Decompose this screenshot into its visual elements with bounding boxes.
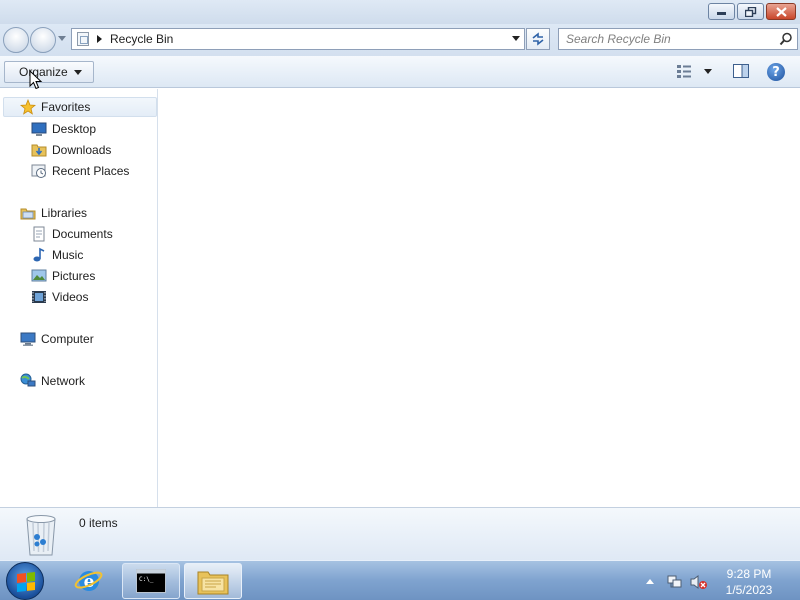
close-icon xyxy=(775,6,787,17)
view-options-chevron-down-icon[interactable] xyxy=(704,68,712,74)
nav-network[interactable]: Network xyxy=(20,371,85,391)
nav-pictures[interactable]: Pictures xyxy=(31,266,95,286)
search-input[interactable] xyxy=(559,29,769,49)
taskbar-clock[interactable]: 9:28 PM 1/5/2023 xyxy=(708,566,790,598)
minimize-button[interactable] xyxy=(708,3,735,20)
recycle-bin-icon xyxy=(26,515,56,556)
taskbar-windows-explorer[interactable] xyxy=(184,563,242,599)
network-icon xyxy=(20,373,36,387)
title-bar[interactable] xyxy=(0,0,800,24)
navigation-pane[interactable]: Favorites Desktop Downloads Recent Place… xyxy=(0,89,158,507)
refresh-icon xyxy=(532,32,544,46)
minimize-icon xyxy=(717,12,726,15)
restore-icon xyxy=(744,6,756,17)
organize-button[interactable]: Organize xyxy=(4,61,94,83)
restore-button[interactable] xyxy=(737,3,764,20)
nav-videos-label: Videos xyxy=(52,290,89,304)
nav-recent-places[interactable]: Recent Places xyxy=(31,161,129,181)
desktop-icon xyxy=(31,122,47,136)
window-controls xyxy=(708,3,796,20)
file-list-area[interactable] xyxy=(159,89,800,507)
music-icon xyxy=(33,247,45,262)
breadcrumb-arrow-icon[interactable] xyxy=(97,35,102,43)
nav-recent-places-label: Recent Places xyxy=(52,164,130,178)
nav-documents[interactable]: Documents xyxy=(31,224,113,244)
change-view-button[interactable] xyxy=(676,64,712,78)
nav-favorites-label: Favorites xyxy=(41,100,91,114)
pictures-icon xyxy=(31,269,47,282)
clock-time: 9:28 PM xyxy=(726,567,772,581)
recent-pages-chevron-down-icon[interactable] xyxy=(58,36,66,42)
nav-favorites[interactable]: Favorites xyxy=(3,97,157,117)
start-button[interactable] xyxy=(6,562,44,600)
mouse-cursor-icon xyxy=(29,70,43,90)
details-pane: 0 items xyxy=(0,507,800,560)
network-status-icon[interactable] xyxy=(667,574,683,590)
nav-pictures-label: Pictures xyxy=(52,269,96,283)
nav-music-label: Music xyxy=(52,248,84,262)
downloads-icon xyxy=(31,144,47,157)
computer-icon xyxy=(20,332,36,346)
nav-videos[interactable]: Videos xyxy=(31,287,88,307)
windows-start-icon xyxy=(17,572,35,592)
location-icon xyxy=(77,32,89,46)
command-prompt-icon: C:\_ xyxy=(136,569,166,593)
organize-label: Organize xyxy=(19,65,68,79)
nav-documents-label: Documents xyxy=(52,227,113,241)
videos-icon xyxy=(32,291,46,303)
taskbar-command-prompt[interactable]: C:\_ xyxy=(122,563,180,599)
back-button[interactable] xyxy=(3,27,29,53)
nav-desktop[interactable]: Desktop xyxy=(31,119,96,139)
volume-muted-icon[interactable] xyxy=(690,574,708,590)
address-history-chevron-down-icon[interactable] xyxy=(512,36,520,41)
nav-desktop-label: Desktop xyxy=(52,122,97,136)
help-button[interactable]: ? xyxy=(767,63,785,81)
svg-text:C:\_: C:\_ xyxy=(139,576,154,583)
change-view-icon xyxy=(677,65,691,78)
taskbar-internet-explorer[interactable]: e xyxy=(72,565,106,597)
chevron-down-icon xyxy=(73,69,82,75)
search-box[interactable] xyxy=(558,28,798,50)
item-count: 0 items xyxy=(79,516,118,530)
nav-network-label: Network xyxy=(41,374,86,388)
search-icon[interactable] xyxy=(779,32,793,46)
favorites-star-icon xyxy=(20,99,36,115)
libraries-icon xyxy=(20,208,36,220)
address-bar[interactable]: Recycle Bin xyxy=(71,28,525,50)
nav-computer-label: Computer xyxy=(41,332,94,346)
nav-downloads-label: Downloads xyxy=(52,143,112,157)
recent-places-icon xyxy=(31,164,46,178)
taskbar: e C:\_ 9:28 PM 1/5/2023 xyxy=(0,560,800,600)
close-button[interactable] xyxy=(766,3,796,20)
nav-libraries[interactable]: Libraries xyxy=(20,203,87,223)
windows-explorer-icon xyxy=(197,571,229,595)
address-row: Recycle Bin xyxy=(0,24,800,56)
nav-music[interactable]: Music xyxy=(31,245,83,265)
breadcrumb-recycle-bin[interactable]: Recycle Bin xyxy=(110,32,173,46)
nav-computer[interactable]: Computer xyxy=(20,329,94,349)
clock-date: 1/5/2023 xyxy=(725,583,773,597)
forward-button[interactable] xyxy=(30,27,56,53)
documents-icon xyxy=(33,226,45,242)
command-bar: Organize ? xyxy=(0,56,800,88)
preview-pane-icon[interactable] xyxy=(733,64,749,78)
nav-downloads[interactable]: Downloads xyxy=(31,140,111,160)
internet-explorer-icon: e xyxy=(74,571,103,592)
nav-libraries-label: Libraries xyxy=(41,206,88,220)
show-hidden-icons-chevron-up-icon[interactable] xyxy=(646,579,654,584)
refresh-button[interactable] xyxy=(526,28,550,50)
